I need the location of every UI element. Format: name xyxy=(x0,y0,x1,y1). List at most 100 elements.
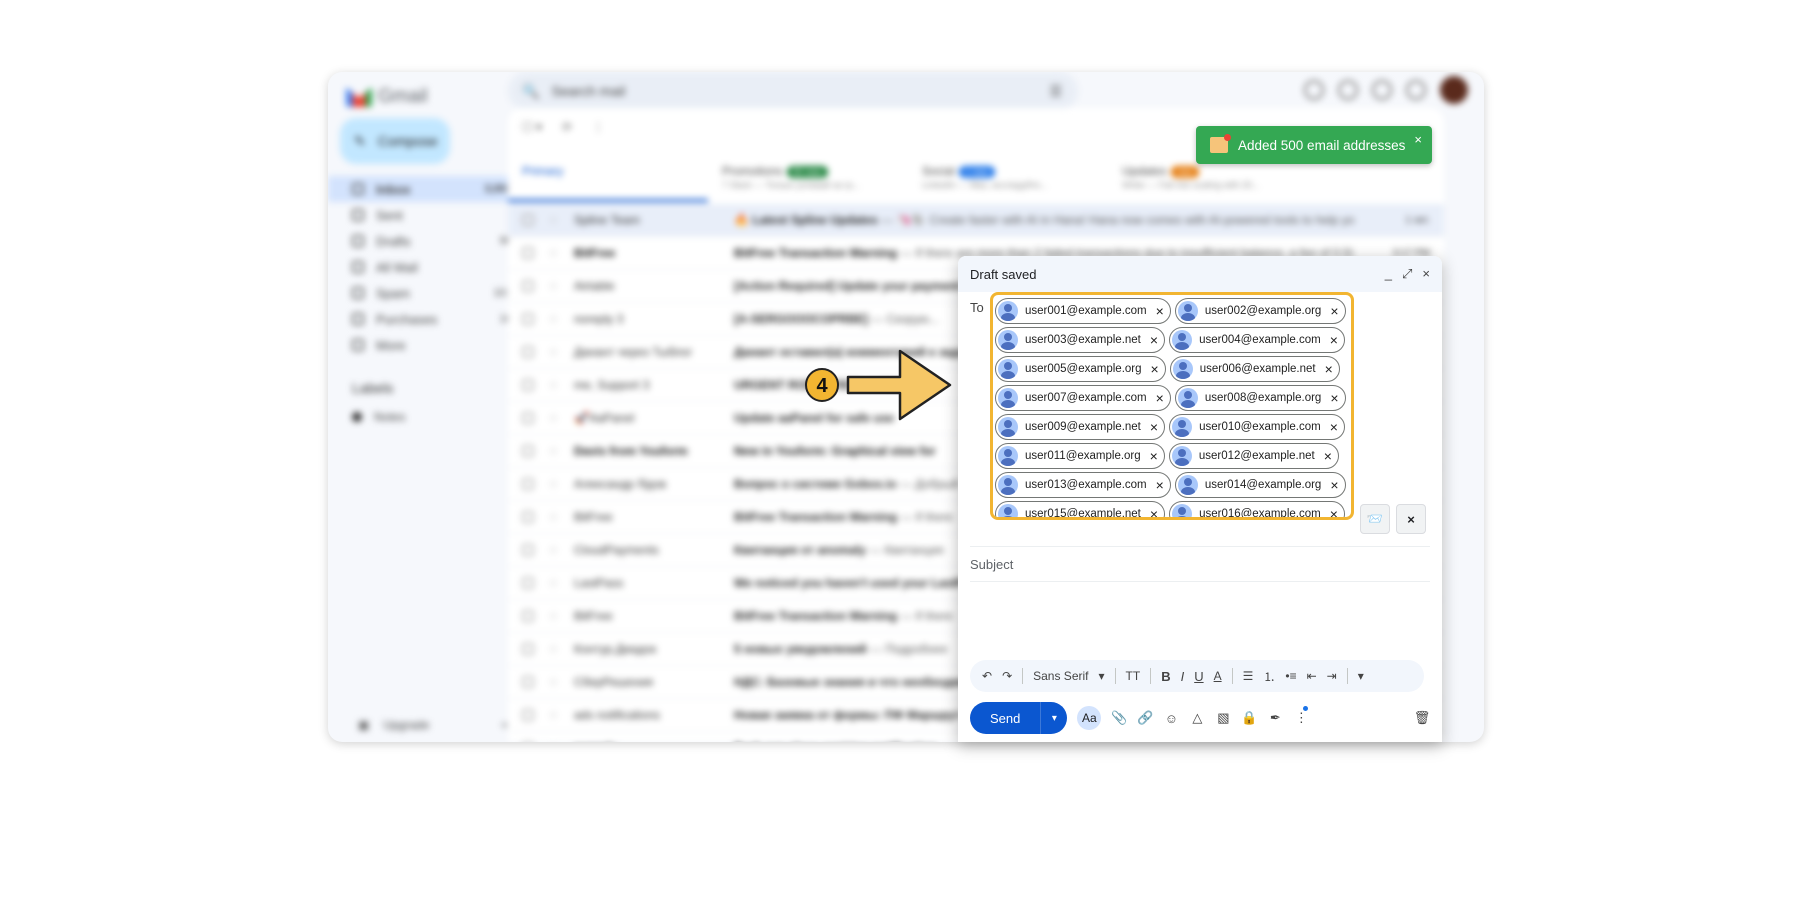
recipient-chip[interactable]: user007@example.com × xyxy=(995,385,1171,411)
more-options-icon[interactable]: ⋮ xyxy=(1293,706,1309,726)
row-checkbox[interactable] xyxy=(522,610,534,622)
row-checkbox[interactable] xyxy=(522,247,534,259)
sidebar-item-sent[interactable]: Sent xyxy=(328,202,524,228)
row-checkbox[interactable] xyxy=(522,511,534,523)
numbered-list-icon[interactable]: ⒈ xyxy=(1263,668,1275,685)
subject-field[interactable]: Subject xyxy=(970,546,1430,582)
recipient-chip[interactable]: user009@example.net × xyxy=(995,414,1166,440)
remove-recipient-icon[interactable]: × xyxy=(1150,506,1158,517)
row-checkbox[interactable] xyxy=(522,313,534,325)
recipient-chip[interactable]: user004@example.com × xyxy=(1169,327,1345,353)
emoji-icon[interactable]: ☺ xyxy=(1163,710,1179,726)
remove-recipient-icon[interactable]: × xyxy=(1330,477,1338,493)
toast-close-icon[interactable]: × xyxy=(1414,132,1422,147)
remove-recipient-icon[interactable]: × xyxy=(1150,448,1158,464)
recipient-chip[interactable]: user011@example.org × xyxy=(995,443,1165,469)
recipient-chip[interactable]: user013@example.com × xyxy=(995,472,1171,498)
expand-icon[interactable]: ⤢ xyxy=(1402,266,1412,282)
row-checkbox[interactable] xyxy=(522,346,534,358)
tab-promotions[interactable]: Promotions 50 new 7 Slack — Только успевай… xyxy=(708,150,908,202)
row-checkbox[interactable] xyxy=(522,478,534,490)
star-icon[interactable]: ☆ xyxy=(548,610,560,622)
confidential-lock-icon[interactable]: 🔒 xyxy=(1241,710,1257,726)
remove-recipient-icon[interactable]: × xyxy=(1330,332,1338,348)
more-icon[interactable]: ⋮ xyxy=(592,120,604,134)
star-icon[interactable]: ☆ xyxy=(548,478,560,490)
star-icon[interactable]: ☆ xyxy=(548,544,560,556)
drive-icon[interactable]: △ xyxy=(1189,710,1205,726)
account-avatar[interactable] xyxy=(1440,76,1468,104)
remove-recipient-icon[interactable]: × xyxy=(1325,361,1333,377)
star-icon[interactable]: ☆ xyxy=(548,346,560,358)
minimize-icon[interactable]: _ xyxy=(1385,266,1392,282)
star-icon[interactable]: ☆ xyxy=(548,511,560,523)
recipients-field[interactable]: user001@example.com × user002@example.org ×… xyxy=(990,292,1354,520)
row-checkbox[interactable] xyxy=(522,412,534,424)
redo-icon[interactable]: ↷ xyxy=(1002,669,1012,683)
row-checkbox[interactable] xyxy=(522,280,534,292)
indent-more-icon[interactable]: ⇥ xyxy=(1327,669,1337,683)
row-checkbox[interactable] xyxy=(522,709,534,721)
star-icon[interactable]: ☆ xyxy=(548,214,560,226)
italic-button[interactable]: I xyxy=(1181,669,1185,684)
recipient-chip[interactable]: user015@example.net × xyxy=(995,501,1166,517)
gmail-logo[interactable]: Gmail xyxy=(346,86,428,108)
row-checkbox[interactable] xyxy=(522,544,534,556)
sidebar-item-all-mail[interactable]: All Mail xyxy=(328,254,524,280)
to-label[interactable]: To xyxy=(970,300,984,315)
font-select[interactable]: Sans Serif xyxy=(1033,669,1088,683)
remove-recipient-icon[interactable]: × xyxy=(1330,419,1338,435)
row-checkbox[interactable] xyxy=(522,445,534,457)
row-checkbox[interactable] xyxy=(522,577,534,589)
star-icon[interactable]: ☆ xyxy=(548,280,560,292)
font-dropdown-icon[interactable]: ▾ xyxy=(1098,669,1104,683)
remove-recipient-icon[interactable]: × xyxy=(1156,303,1164,319)
recipient-chip[interactable]: user002@example.org × xyxy=(1174,298,1346,324)
compose-header[interactable]: Draft saved _ ⤢ × xyxy=(958,256,1442,292)
search-options-icon[interactable]: ☰ xyxy=(1049,83,1062,100)
label-notes[interactable]: Notes xyxy=(352,410,405,424)
remove-recipient-icon[interactable]: × xyxy=(1330,303,1338,319)
search-bar[interactable]: 🔍 Search mail ☰ xyxy=(508,72,1078,110)
recipient-chip[interactable]: user001@example.com × xyxy=(995,298,1171,324)
apps-icon[interactable] xyxy=(1406,80,1426,100)
tab-social[interactable]: Social 1 new LinkedIn — Max, исследуйте... xyxy=(908,150,1108,202)
close-icon[interactable]: × xyxy=(1422,266,1430,282)
settings-icon[interactable] xyxy=(1338,80,1358,100)
recipient-chip[interactable]: user003@example.net × xyxy=(995,327,1166,353)
upgrade-button[interactable]: ▣ Upgrade + xyxy=(358,718,508,732)
star-icon[interactable]: ☆ xyxy=(548,676,560,688)
align-icon[interactable]: ☰ xyxy=(1243,669,1254,683)
remove-recipient-icon[interactable]: × xyxy=(1151,361,1159,377)
recipient-chip[interactable]: user010@example.com × xyxy=(1169,414,1345,440)
remove-recipient-icon[interactable]: × xyxy=(1330,506,1338,517)
star-icon[interactable]: ☆ xyxy=(548,643,560,655)
text-color-button[interactable]: A xyxy=(1214,669,1222,683)
attach-icon[interactable]: 📎 xyxy=(1111,710,1127,726)
sidebar-item-spam[interactable]: Spam 101 xyxy=(328,280,524,306)
row-checkbox[interactable] xyxy=(522,643,534,655)
row-checkbox[interactable] xyxy=(522,676,534,688)
sidebar-item-drafts[interactable]: Drafts 96 xyxy=(328,228,524,254)
tab-primary[interactable]: Primary xyxy=(508,150,708,202)
star-icon[interactable]: ☆ xyxy=(548,577,560,589)
compose-button[interactable]: ✎ Compose xyxy=(340,118,450,164)
recipient-chip[interactable]: user012@example.net × xyxy=(1168,443,1339,469)
discard-draft-icon[interactable]: 🗑 xyxy=(1414,710,1431,726)
more-formatting-icon[interactable]: ▾ xyxy=(1358,669,1364,683)
sidebar-item-more[interactable]: More xyxy=(328,332,524,358)
table-row[interactable]: ☆ Spline Team 🔥 Latest Spline Updates — 🦄🐘… xyxy=(508,204,1444,237)
star-icon[interactable]: ☆ xyxy=(548,412,560,424)
star-icon[interactable]: ☆ xyxy=(548,313,560,325)
sidebar-item-inbox[interactable]: Inbox 3,003 xyxy=(328,176,524,202)
row-checkbox[interactable] xyxy=(522,379,534,391)
select-all-checkbox[interactable]: ☐ ▾ xyxy=(522,120,542,134)
gemini-icon[interactable] xyxy=(1372,80,1392,100)
star-icon[interactable]: ☆ xyxy=(548,247,560,259)
bold-button[interactable]: B xyxy=(1161,669,1170,684)
remove-recipient-icon[interactable]: × xyxy=(1156,390,1164,406)
indent-less-icon[interactable]: ⇤ xyxy=(1307,669,1317,683)
row-checkbox[interactable] xyxy=(522,214,534,226)
recipient-chip[interactable]: user014@example.org × xyxy=(1174,472,1346,498)
refresh-icon[interactable]: ⟳ xyxy=(562,120,572,134)
